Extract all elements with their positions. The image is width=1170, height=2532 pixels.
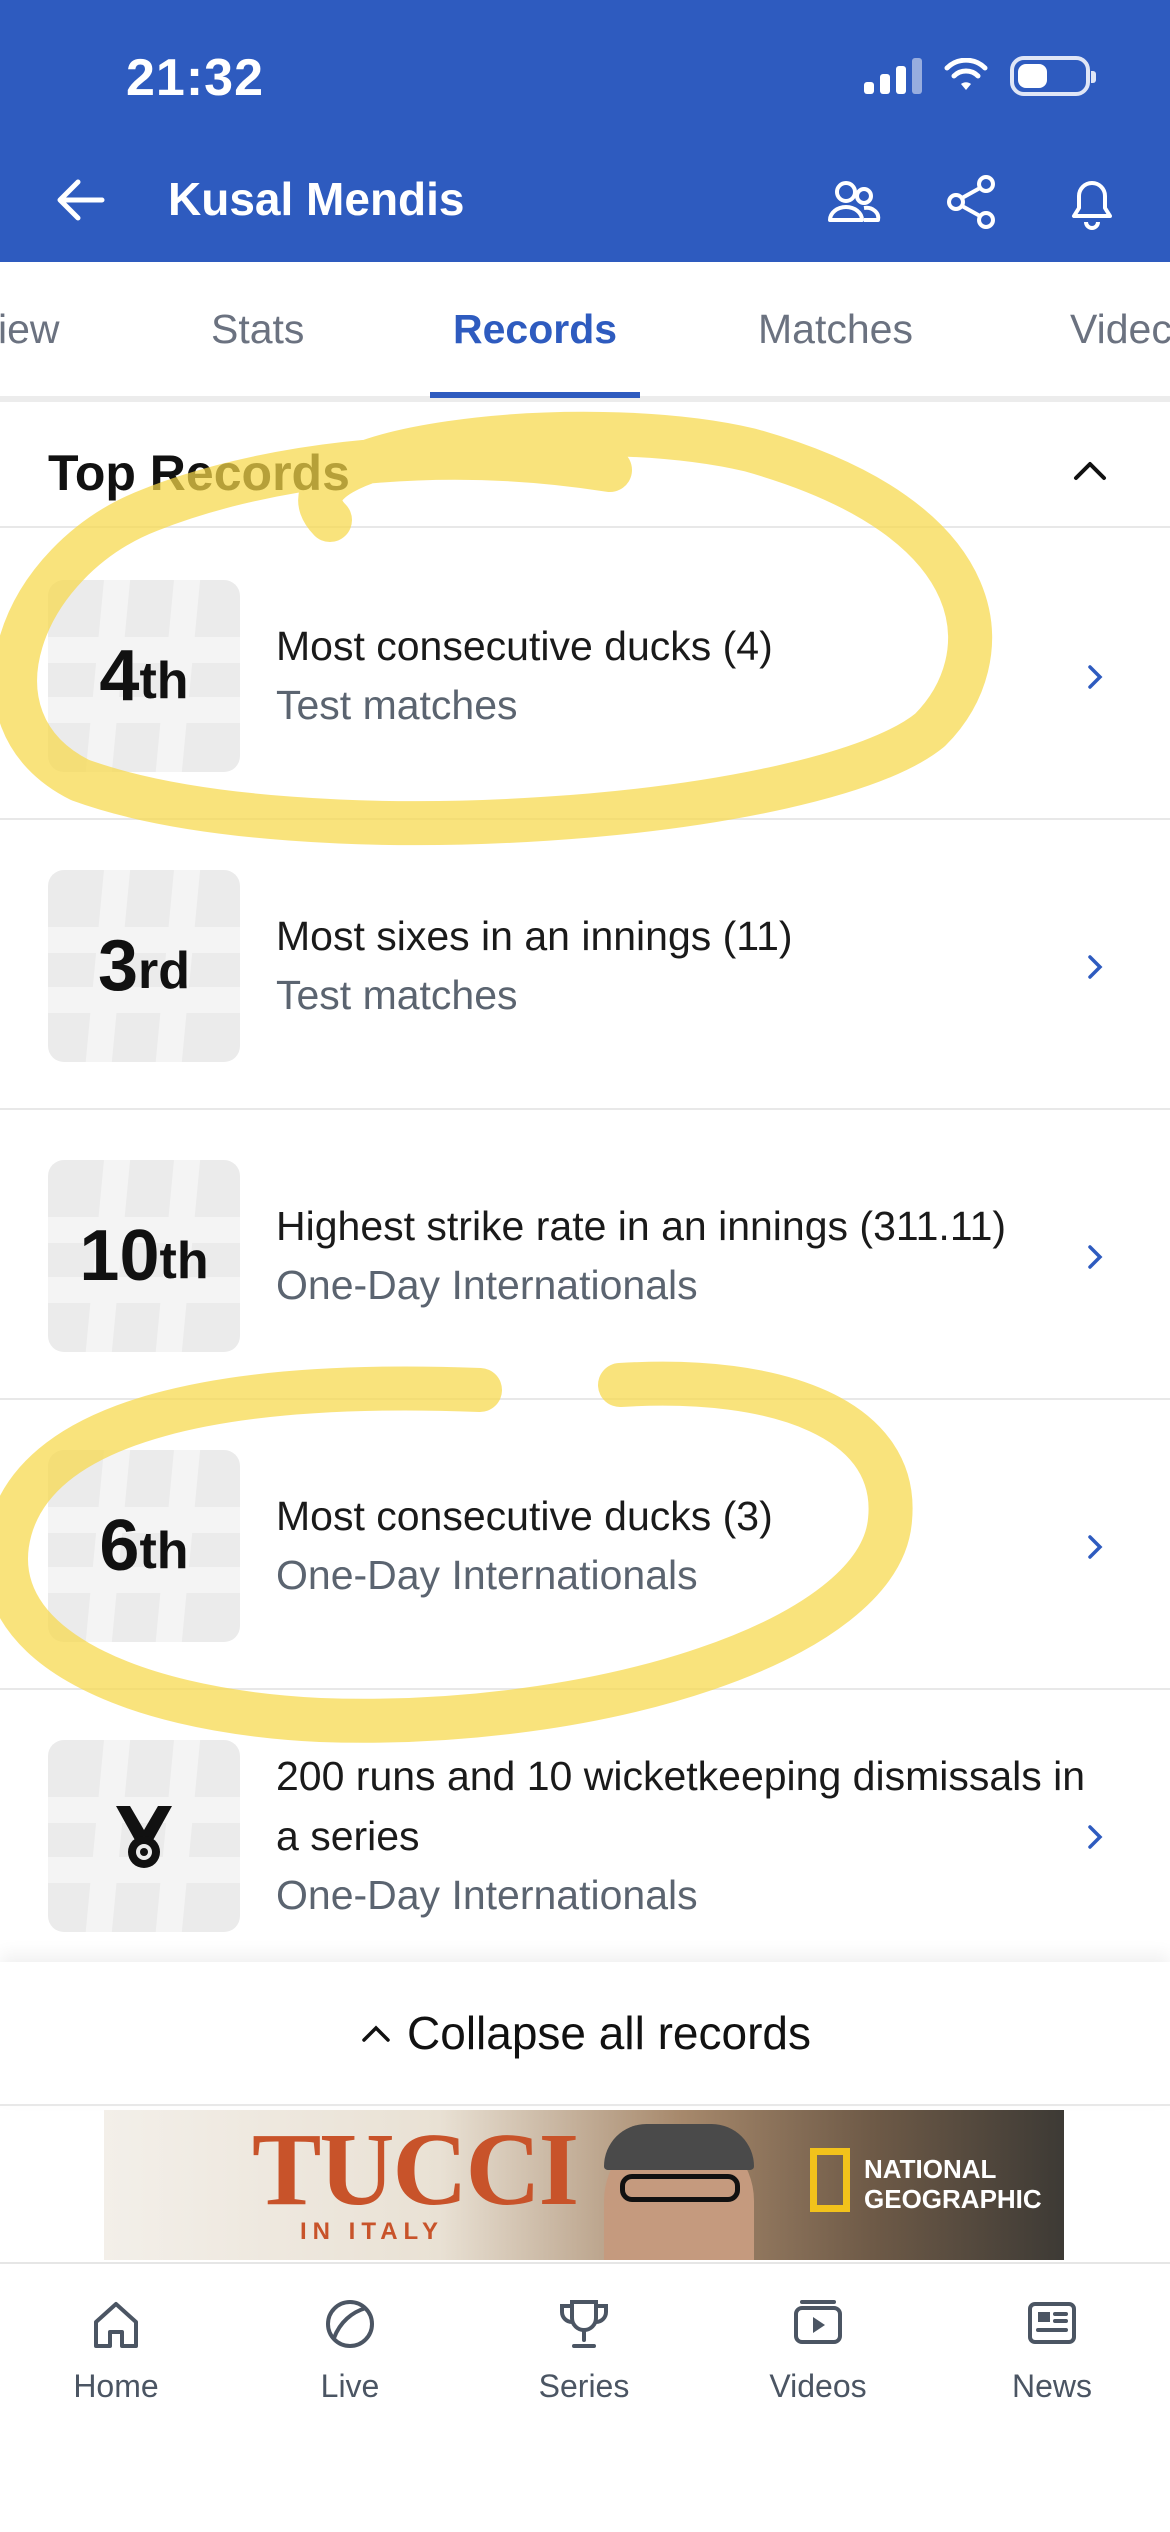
rank-badge: 3rd: [48, 870, 240, 1062]
record-subtitle: Test matches: [276, 682, 518, 728]
record-item[interactable]: 4th Most consecutive ducks (4) Test matc…: [0, 530, 1170, 820]
status-icons: [864, 56, 1096, 96]
wifi-icon: [944, 58, 988, 90]
medal-icon: [116, 1806, 172, 1868]
trophy-icon: [560, 2300, 608, 2348]
rank-badge: 6th: [48, 1450, 240, 1642]
share-icon[interactable]: [940, 170, 1004, 234]
tab-active-indicator: [430, 392, 640, 398]
record-title: Most sixes in an innings (11): [276, 913, 793, 959]
tab-videos[interactable]: Videc: [1070, 306, 1170, 353]
nav-home-label: Home: [73, 2368, 159, 2404]
record-subtitle: Test matches: [276, 972, 518, 1018]
ad-subtitle: IN ITALY: [300, 2218, 445, 2245]
chevron-up-icon: [362, 2025, 390, 2042]
rank-label: 6th: [99, 1506, 189, 1586]
section-title: Top Records: [48, 445, 350, 501]
natgeo-logo-icon: [810, 2148, 850, 2212]
tab-matches[interactable]: Matches: [758, 306, 913, 353]
bell-icon[interactable]: [1060, 170, 1124, 234]
collapse-all-button[interactable]: Collapse all records: [0, 1962, 1170, 2106]
nav-videos[interactable]: Videos: [718, 2292, 918, 2405]
status-time: 21:32: [126, 49, 264, 107]
chevron-right-icon: [1088, 955, 1103, 979]
people-icon[interactable]: [820, 170, 884, 234]
record-subtitle: One-Day Internationals: [276, 1552, 698, 1598]
record-item[interactable]: 200 runs and 10 wicketkeeping dismissals…: [0, 1690, 1170, 1980]
nav-news-label: News: [1011, 2368, 1092, 2404]
ad-cap-image: [604, 2124, 754, 2170]
chevron-right-icon: [1088, 1825, 1103, 1849]
record-item[interactable]: 10th Highest strike rate in an innings (…: [0, 1110, 1170, 1400]
record-item[interactable]: 6th Most consecutive ducks (3) One-Day I…: [0, 1400, 1170, 1690]
record-item[interactable]: 3rd Most sixes in an innings (11) Test m…: [0, 820, 1170, 1110]
signal-icon: [864, 58, 922, 94]
ad-brand: NATIONAL GEOGRAPHIC: [864, 2154, 1042, 2214]
nav-live-label: Live: [320, 2368, 380, 2404]
chevron-right-icon: [1088, 1535, 1103, 1559]
ad-title: TUCCI: [252, 2112, 579, 2227]
nav-news[interactable]: News: [952, 2292, 1152, 2405]
home-icon: [94, 2302, 138, 2348]
record-subtitle: One-Day Internationals: [276, 1262, 698, 1308]
rank-label: 3rd: [97, 926, 191, 1006]
top-records-header[interactable]: Top Records: [0, 408, 1170, 528]
chevron-right-icon: [1088, 1245, 1103, 1269]
nav-series-label: Series: [538, 2368, 630, 2404]
news-icon: [1028, 2302, 1076, 2344]
tab-overview[interactable]: iew: [0, 306, 60, 353]
rank-badge: 4th: [48, 580, 240, 772]
chevron-up-icon[interactable]: [1070, 450, 1110, 490]
nav-live[interactable]: Live: [250, 2292, 450, 2405]
record-subtitle: One-Day Internationals: [276, 1872, 698, 1918]
battery-icon: [1010, 56, 1096, 96]
bottom-navigation: Home Live Series Videos News: [0, 2262, 1170, 2532]
ball-icon: [326, 2300, 374, 2348]
nav-series[interactable]: Series: [484, 2292, 684, 2405]
rank-badge: 10th: [48, 1160, 240, 1352]
rank-badge: [48, 1740, 240, 1932]
back-arrow-icon[interactable]: [52, 172, 108, 228]
tab-records[interactable]: Records: [453, 306, 617, 353]
page-title: Kusal Mendis: [168, 173, 465, 225]
rank-label: 4th: [99, 636, 189, 716]
tab-stats[interactable]: Stats: [211, 306, 304, 353]
ad-glasses-image: [620, 2174, 740, 2202]
record-title: 200 runs and 10 wicketkeeping dismissals…: [276, 1753, 1086, 1859]
rank-label: 10th: [79, 1216, 209, 1296]
video-icon: [794, 2300, 842, 2344]
tab-bar: iew Stats Records Matches Videc: [0, 262, 1170, 402]
nav-home[interactable]: Home: [16, 2292, 216, 2405]
record-title: Most consecutive ducks (4): [276, 623, 773, 669]
advertisement-banner[interactable]: TUCCI IN ITALY NATIONAL GEOGRAPHIC: [104, 2110, 1064, 2260]
record-title: Most consecutive ducks (3): [276, 1493, 773, 1539]
record-title: Highest strike rate in an innings (311.1…: [276, 1203, 1007, 1249]
app-header: 21:32 Kusal Mendis: [0, 0, 1170, 262]
nav-videos-label: Videos: [769, 2368, 867, 2404]
chevron-right-icon: [1088, 665, 1103, 689]
collapse-label: Collapse all records: [407, 2007, 811, 2059]
